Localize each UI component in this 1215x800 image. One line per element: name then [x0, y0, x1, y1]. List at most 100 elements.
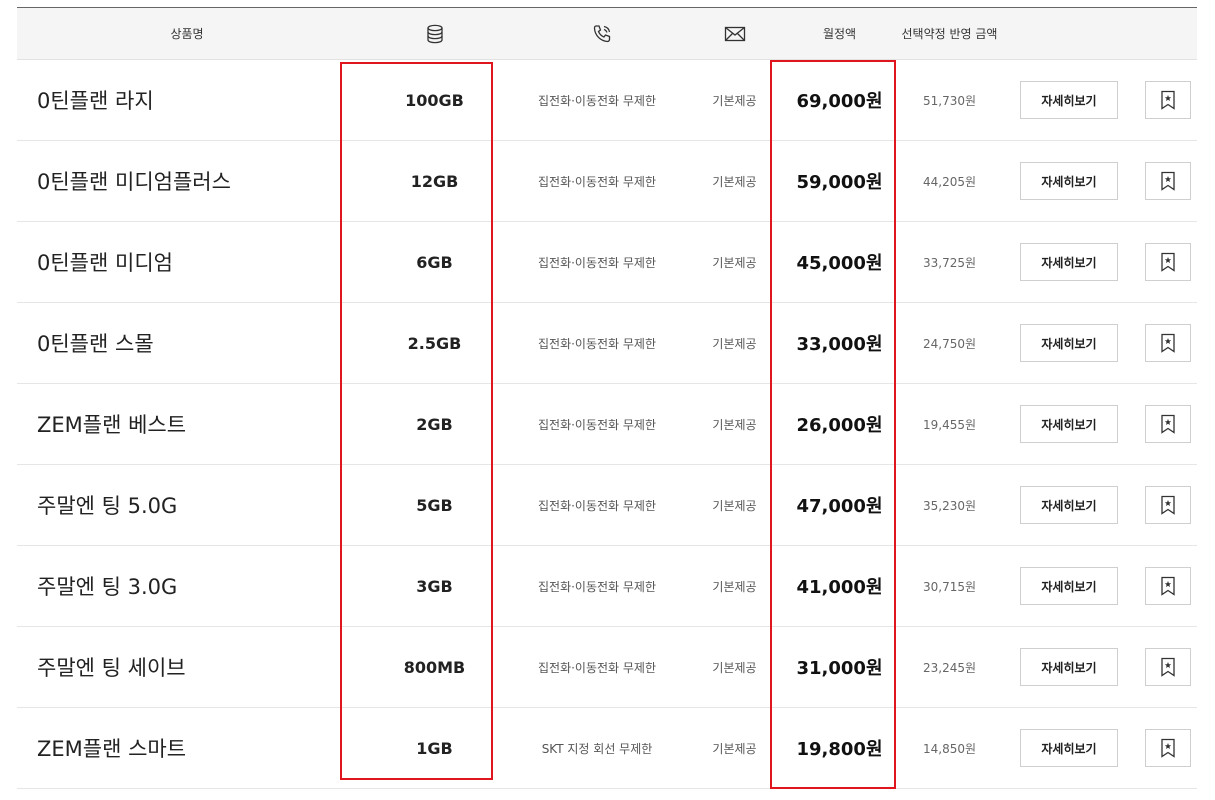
bookmark-button[interactable]: [1145, 648, 1191, 686]
table-header: 상품명 월정액 선택약정 반영 금액: [17, 8, 1197, 60]
plan-sms: 기본제공: [712, 255, 757, 270]
detail-button-cell: 자세히보기: [1019, 222, 1119, 302]
plan-voice: SKT 지정 회선 무제한: [541, 741, 653, 756]
bookmark-cell: [1137, 141, 1199, 221]
bookmark-cell: [1137, 627, 1199, 707]
header-product-name: 상품명: [170, 27, 204, 41]
header-actions: [1012, 8, 1197, 59]
bookmark-button[interactable]: [1145, 81, 1191, 119]
plan-data: 12GB: [410, 171, 459, 191]
bookmark-icon: [1161, 252, 1175, 272]
detail-button[interactable]: 자세히보기: [1020, 567, 1118, 605]
detail-button-cell: 자세히보기: [1019, 60, 1119, 140]
header-data: [357, 8, 512, 59]
plan-data: 2.5GB: [407, 333, 462, 353]
plan-price: 19,800원: [796, 739, 883, 760]
table-row: 0틴플랜 미디엄플러스 12GB 집전화·이동전화 무제한 기본제공 59,00…: [17, 141, 1197, 222]
bookmark-icon: [1161, 738, 1175, 758]
plan-name: 주말엔 팅 5.0G: [37, 494, 178, 518]
detail-button[interactable]: 자세히보기: [1020, 162, 1118, 200]
plan-voice: 집전화·이동전화 무제한: [537, 255, 657, 270]
plan-sms: 기본제공: [712, 417, 757, 432]
plan-voice: 집전화·이동전화 무제한: [537, 174, 657, 189]
bookmark-cell: [1137, 546, 1199, 626]
bookmark-button[interactable]: [1145, 729, 1191, 767]
bookmark-icon: [1161, 576, 1175, 596]
bookmark-cell: [1137, 708, 1199, 788]
plan-discount-price: 51,730원: [922, 93, 977, 108]
plan-price: 45,000원: [796, 253, 883, 274]
bookmark-button[interactable]: [1145, 162, 1191, 200]
detail-button-cell: 자세히보기: [1019, 708, 1119, 788]
plan-data: 1GB: [416, 738, 453, 758]
plan-discount-price: 30,715원: [922, 579, 977, 594]
plan-discount-price: 44,205원: [922, 174, 977, 189]
header-sms: [692, 8, 777, 59]
bookmark-button[interactable]: [1145, 243, 1191, 281]
detail-button-cell: 자세히보기: [1019, 141, 1119, 221]
bookmark-button[interactable]: [1145, 324, 1191, 362]
plan-sms: 기본제공: [712, 336, 757, 351]
plan-data: 3GB: [416, 576, 453, 596]
bookmark-icon: [1161, 171, 1175, 191]
detail-button-cell: 자세히보기: [1019, 465, 1119, 545]
detail-button[interactable]: 자세히보기: [1020, 81, 1118, 119]
plan-voice: 집전화·이동전화 무제한: [537, 93, 657, 108]
plan-price: 41,000원: [796, 577, 883, 598]
database-icon: [426, 24, 443, 43]
plan-sms: 기본제공: [712, 93, 757, 108]
plan-discount-price: 24,750원: [922, 336, 977, 351]
bookmark-icon: [1161, 657, 1175, 677]
table-row: 주말엔 팅 3.0G 3GB 집전화·이동전화 무제한 기본제공 41,000원…: [17, 546, 1197, 627]
bookmark-icon: [1161, 333, 1175, 353]
plan-name: 주말엔 팅 3.0G: [37, 575, 178, 599]
plan-name: ZEM플랜 스마트: [37, 737, 187, 761]
bookmark-icon: [1161, 495, 1175, 515]
table-row: 0틴플랜 미디엄 6GB 집전화·이동전화 무제한 기본제공 45,000원 3…: [17, 222, 1197, 303]
table-row: 주말엔 팅 세이브 800MB 집전화·이동전화 무제한 기본제공 31,000…: [17, 627, 1197, 708]
plan-sms: 기본제공: [712, 498, 757, 513]
bookmark-icon: [1161, 414, 1175, 434]
plan-price: 47,000원: [796, 496, 883, 517]
plan-voice: 집전화·이동전화 무제한: [537, 660, 657, 675]
plan-price: 26,000원: [796, 415, 883, 436]
bookmark-icon: [1161, 90, 1175, 110]
plan-discount-price: 35,230원: [922, 498, 977, 513]
plan-data: 5GB: [416, 495, 453, 515]
bookmark-button[interactable]: [1145, 405, 1191, 443]
plan-voice: 집전화·이동전화 무제한: [537, 417, 657, 432]
plan-discount-price: 19,455원: [922, 417, 977, 432]
plan-name: 0틴플랜 미디엄플러스: [37, 170, 231, 194]
table-row: ZEM플랜 스마트 1GB SKT 지정 회선 무제한 기본제공 19,800원…: [17, 708, 1197, 789]
bookmark-button[interactable]: [1145, 567, 1191, 605]
plan-voice: 집전화·이동전화 무제한: [537, 498, 657, 513]
detail-button[interactable]: 자세히보기: [1020, 648, 1118, 686]
detail-button[interactable]: 자세히보기: [1020, 243, 1118, 281]
plan-name: 0틴플랜 미디엄: [37, 251, 173, 275]
plan-price: 31,000원: [796, 658, 883, 679]
plan-table: 상품명 월정액 선택약정 반영 금액 0틴플랜 라지 100GB 집전화·이동전…: [17, 7, 1197, 789]
detail-button[interactable]: 자세히보기: [1020, 486, 1118, 524]
plan-name: 0틴플랜 스몰: [37, 332, 154, 356]
phone-icon: [593, 24, 611, 42]
detail-button-cell: 자세히보기: [1019, 303, 1119, 383]
detail-button[interactable]: 자세히보기: [1020, 324, 1118, 362]
bookmark-cell: [1137, 384, 1199, 464]
bookmark-cell: [1137, 303, 1199, 383]
table-row: 0틴플랜 라지 100GB 집전화·이동전화 무제한 기본제공 69,000원 …: [17, 60, 1197, 141]
table-row: 주말엔 팅 5.0G 5GB 집전화·이동전화 무제한 기본제공 47,000원…: [17, 465, 1197, 546]
plan-voice: 집전화·이동전화 무제한: [537, 579, 657, 594]
plan-name: ZEM플랜 베스트: [37, 413, 187, 437]
plan-discount-price: 14,850원: [922, 741, 977, 756]
detail-button[interactable]: 자세히보기: [1020, 729, 1118, 767]
bookmark-button[interactable]: [1145, 486, 1191, 524]
plan-price: 33,000원: [796, 334, 883, 355]
table-row: 0틴플랜 스몰 2.5GB 집전화·이동전화 무제한 기본제공 33,000원 …: [17, 303, 1197, 384]
detail-button[interactable]: 자세히보기: [1020, 405, 1118, 443]
header-discount: 선택약정 반영 금액: [901, 27, 998, 41]
plan-name: 주말엔 팅 세이브: [37, 656, 186, 680]
plan-price: 69,000원: [796, 91, 883, 112]
table-row: ZEM플랜 베스트 2GB 집전화·이동전화 무제한 기본제공 26,000원 …: [17, 384, 1197, 465]
header-voice: [512, 8, 692, 59]
detail-button-cell: 자세히보기: [1019, 546, 1119, 626]
